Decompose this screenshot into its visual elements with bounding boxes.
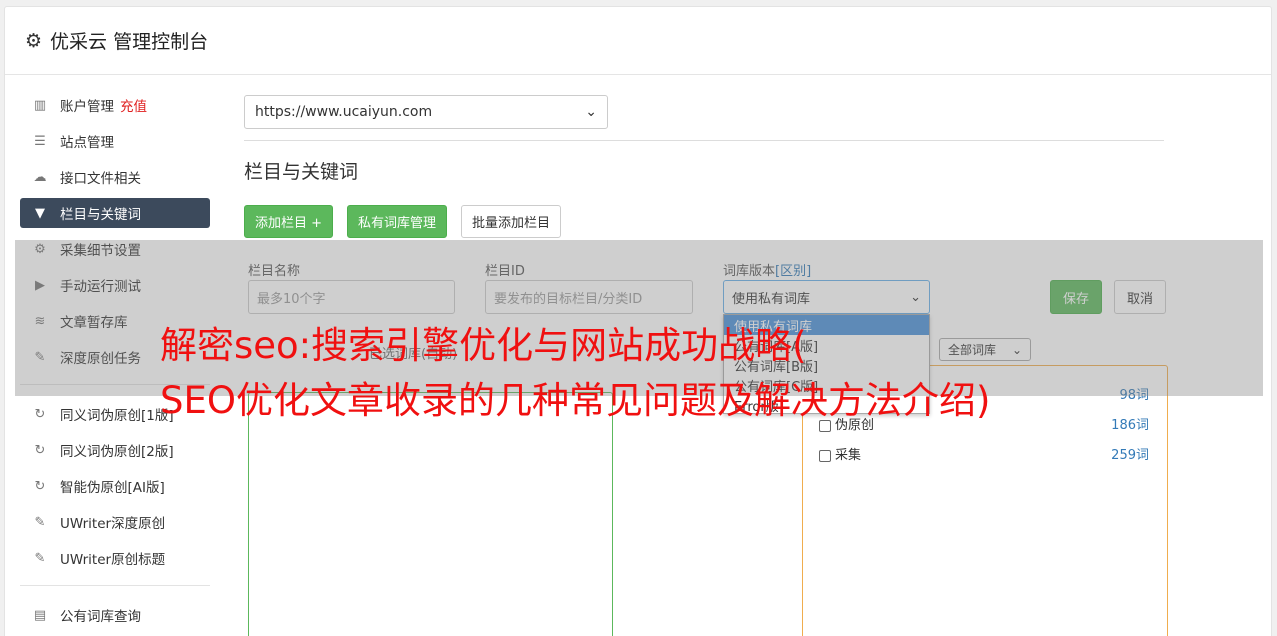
page-title: 优采云 管理控制台 bbox=[50, 31, 209, 53]
book-icon: ▤ bbox=[33, 607, 47, 623]
sidebar-item-label: UWriter原创标题 bbox=[60, 552, 166, 568]
sidebar-item-sites[interactable]: ☰ 站点管理 bbox=[20, 126, 210, 156]
sidebar-item-synonym-v2[interactable]: ↻ 同义词伪原创[2版] bbox=[20, 435, 210, 465]
recharge-link[interactable]: 充值 bbox=[120, 95, 147, 115]
sidebar-item-label: 栏目与关键词 bbox=[60, 207, 141, 223]
lib-count: 259词 bbox=[1111, 448, 1149, 463]
batch-add-button[interactable]: 批量添加栏目 bbox=[461, 205, 562, 238]
divider bbox=[244, 140, 1164, 141]
sidebar-item-label: 同义词伪原创[2版] bbox=[60, 444, 174, 460]
main-content: https://www.ucaiyun.com ⌄ 栏目与关键词 添加栏目 + … bbox=[244, 95, 1168, 636]
overlay-banner: 解密seo:搜索引擎优化与网站成功战略( SEO优化文章收录的几种常见问题及解决… bbox=[160, 318, 990, 428]
sidebar-item-interface[interactable]: ☁ 接口文件相关 bbox=[20, 162, 210, 192]
filter-icon: ▼ bbox=[35, 205, 45, 221]
sidebar-item-uwriter-title[interactable]: ✎ UWriter原创标题 bbox=[20, 543, 210, 573]
bar-chart-icon: ▥ bbox=[33, 97, 47, 113]
sidebar-item-columns[interactable]: ▼ 栏目与关键词 bbox=[20, 198, 210, 228]
action-buttons: 添加栏目 + 私有词库管理 批量添加栏目 bbox=[244, 205, 1168, 238]
server-icon: ☰ bbox=[34, 133, 46, 149]
banner-line-1: 解密seo:搜索引擎优化与网站成功战略( bbox=[160, 324, 807, 367]
cloud-upload-icon: ☁ bbox=[33, 169, 47, 185]
banner-line-2: SEO优化文章收录的几种常见问题及解决方法介绍) bbox=[160, 379, 991, 422]
checkbox[interactable] bbox=[819, 449, 831, 462]
selected-lib-panel: 已选词库(自动) bbox=[248, 347, 613, 636]
sidebar-item-label: 同义词伪原创[1版] bbox=[60, 408, 174, 424]
chevron-down-icon: ⌄ bbox=[585, 104, 597, 120]
edit-icon: ✎ bbox=[34, 550, 46, 566]
refresh-icon: ↻ bbox=[34, 478, 46, 494]
add-column-button[interactable]: 添加栏目 + bbox=[244, 205, 334, 238]
edit-icon: ✎ bbox=[34, 514, 46, 530]
sidebar-item-label: 公有词库查询 bbox=[60, 609, 141, 625]
sidebar-item-label: 账户管理 bbox=[60, 99, 114, 115]
sidebar-item-public-lib[interactable]: ▤ 公有词库查询 bbox=[20, 600, 210, 630]
gear-icon: ⚙ bbox=[25, 29, 43, 52]
sidebar-item-account[interactable]: ▥ 账户管理 充值 bbox=[20, 90, 210, 120]
site-select[interactable]: https://www.ucaiyun.com ⌄ bbox=[244, 95, 608, 129]
sidebar-item-ai-rewrite[interactable]: ↻ 智能伪原创[AI版] bbox=[20, 471, 210, 501]
private-lib-button[interactable]: 私有词库管理 bbox=[347, 205, 448, 238]
sidebar-item-label: 接口文件相关 bbox=[60, 171, 141, 187]
list-item[interactable]: 采集 259词 bbox=[819, 444, 1149, 463]
lib-count: 186词 bbox=[1111, 418, 1149, 433]
sidebar-item-uwriter-deep[interactable]: ✎ UWriter深度原创 bbox=[20, 507, 210, 537]
section-title: 栏目与关键词 bbox=[244, 161, 359, 183]
refresh-icon: ↻ bbox=[34, 406, 46, 422]
sidebar-item-label: 智能伪原创[AI版] bbox=[60, 480, 165, 496]
refresh-icon: ↻ bbox=[34, 442, 46, 458]
card-header: ⚙ 优采云 管理控制台 bbox=[5, 7, 1271, 75]
divider bbox=[20, 585, 210, 586]
site-select-value: https://www.ucaiyun.com bbox=[255, 104, 433, 120]
sidebar-item-label: 站点管理 bbox=[60, 135, 114, 151]
sidebar-item-label: UWriter深度原创 bbox=[60, 516, 166, 532]
lib-name: 采集 bbox=[819, 444, 861, 463]
